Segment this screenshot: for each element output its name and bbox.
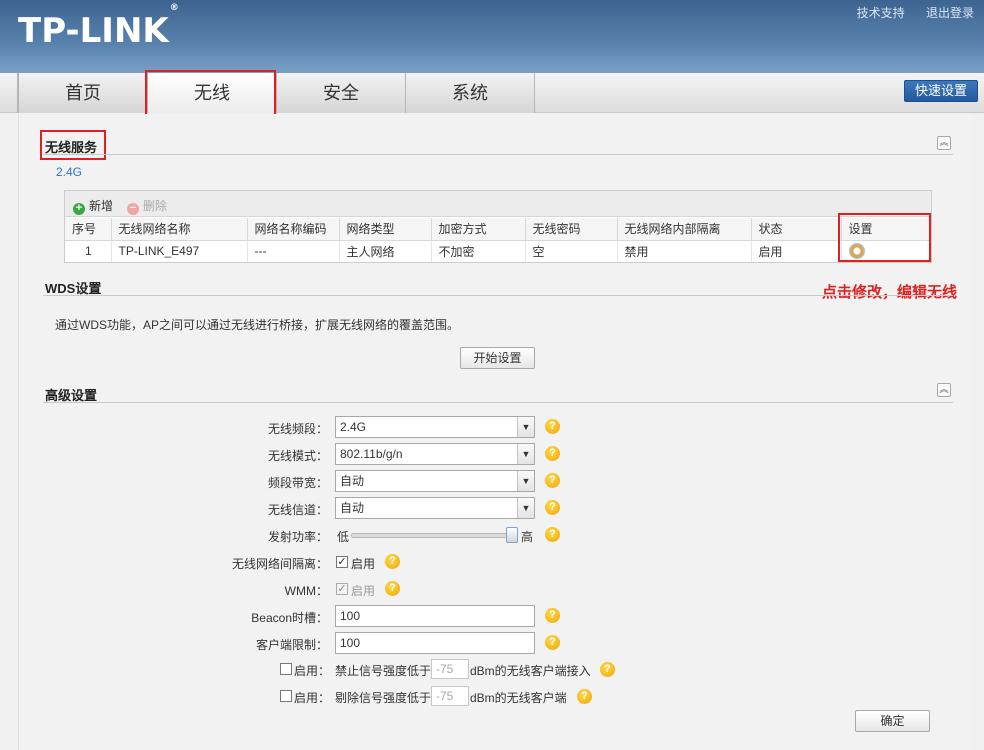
- band-label: 无线频段：: [267, 422, 328, 436]
- isolation-enable-text: 启用: [351, 557, 376, 571]
- table-toolbar: + 新增 − 删除: [65, 191, 931, 217]
- help-icon[interactable]: ?: [545, 500, 560, 515]
- client-limit-input[interactable]: 100: [335, 632, 535, 654]
- help-icon[interactable]: ?: [545, 419, 560, 434]
- col-status: 状态: [751, 218, 842, 241]
- tech-support-link[interactable]: 技术支持: [857, 6, 905, 20]
- logout-link[interactable]: 退出登录: [926, 6, 974, 20]
- wmm-label: WMM：: [284, 584, 328, 598]
- mode-label: 无线模式：: [267, 449, 328, 463]
- isolation-label: 无线网络间隔离：: [231, 557, 328, 571]
- kick-text-a: 剔除信号强度低于: [335, 691, 432, 705]
- kick-threshold-input[interactable]: -75: [431, 686, 469, 706]
- cell-isolation: 禁用: [617, 240, 752, 262]
- collapse-up-icon[interactable]: ︽: [937, 136, 951, 150]
- add-button[interactable]: + 新增: [73, 197, 113, 215]
- cell-password: 空: [525, 240, 618, 262]
- highlight-wireless-service: [40, 130, 106, 160]
- help-icon[interactable]: ?: [577, 689, 592, 704]
- band-select[interactable]: 2.4G ▼: [335, 416, 535, 438]
- reject-weak-checkbox[interactable]: [280, 663, 292, 675]
- col-isolation: 无线网络内部隔离: [617, 218, 752, 241]
- cell-network-type: 主人网络: [339, 240, 432, 262]
- col-ssid: 无线网络名称: [111, 218, 248, 241]
- kick-weak-checkbox[interactable]: [280, 690, 292, 702]
- reject-text-a: 禁止信号强度低于: [335, 664, 432, 678]
- cell-ssid: TP-LINK_E497: [111, 240, 248, 262]
- power-slider-thumb[interactable]: [506, 527, 518, 543]
- kick-text-b: dBm的无线客户端: [470, 691, 567, 705]
- client-limit-label: 客户端限制：: [255, 638, 328, 652]
- channel-select[interactable]: 自动 ▼: [335, 497, 535, 519]
- quick-setup-button[interactable]: 快速设置: [904, 80, 978, 102]
- annotation-text: 点击修改，编辑无线: [822, 283, 958, 301]
- cell-ssid-encoding: ---: [247, 240, 340, 262]
- highlight-settings-column: [838, 213, 931, 262]
- help-icon[interactable]: ?: [545, 473, 560, 488]
- help-icon[interactable]: ?: [600, 662, 615, 677]
- chevron-down-icon: ▼: [517, 444, 534, 464]
- col-encryption: 加密方式: [431, 218, 526, 241]
- col-network-type: 网络类型: [339, 218, 432, 241]
- chevron-down-icon: ▼: [517, 417, 534, 437]
- power-label: 发射功率：: [267, 530, 328, 544]
- help-icon[interactable]: ?: [385, 581, 400, 596]
- col-password: 无线密码: [525, 218, 618, 241]
- wireless-table: 序号 无线网络名称 网络名称编码 网络类型 加密方式 无线密码 无线网络内部隔离…: [65, 218, 931, 262]
- cell-index: 1: [65, 240, 112, 262]
- delete-button[interactable]: − 删除: [127, 197, 167, 215]
- tab-system[interactable]: 系统: [406, 73, 535, 113]
- col-index: 序号: [65, 218, 112, 241]
- table-row: 1 TP-LINK_E497 --- 主人网络 不加密 空 禁用 启用: [65, 240, 931, 262]
- top-links: 技术支持 退出登录: [839, 4, 974, 21]
- help-icon[interactable]: ?: [545, 446, 560, 461]
- isolation-checkbox[interactable]: ✓: [336, 556, 348, 568]
- chevron-down-icon: ▼: [517, 471, 534, 491]
- power-slider-track[interactable]: [351, 533, 518, 538]
- help-icon[interactable]: ?: [545, 608, 560, 623]
- tp-link-logo: TP-LINK®: [18, 2, 179, 51]
- cell-status: 启用: [751, 240, 842, 262]
- chevron-down-icon: ▼: [517, 498, 534, 518]
- col-ssid-encoding: 网络名称编码: [247, 218, 340, 241]
- wmm-checkbox[interactable]: ✓: [336, 583, 348, 595]
- delete-circle-icon: −: [127, 203, 139, 215]
- add-circle-icon: +: [73, 203, 85, 215]
- wds-start-button[interactable]: 开始设置: [460, 347, 535, 369]
- help-icon[interactable]: ?: [545, 527, 560, 542]
- kick-enable-label: 启用：: [294, 691, 331, 705]
- width-select[interactable]: 自动 ▼: [335, 470, 535, 492]
- width-label: 频段带宽：: [267, 476, 328, 490]
- cell-encryption: 不加密: [431, 240, 526, 262]
- tab-security[interactable]: 安全: [277, 73, 406, 113]
- table-header-row: 序号 无线网络名称 网络名称编码 网络类型 加密方式 无线密码 无线网络内部隔离…: [65, 218, 931, 241]
- confirm-button[interactable]: 确定: [855, 710, 930, 732]
- reject-threshold-input[interactable]: -75: [431, 659, 469, 679]
- wmm-enable-text: 启用: [351, 584, 376, 598]
- band-tab-2g[interactable]: 2.4G: [56, 165, 82, 179]
- header-bar: TP-LINK® 技术支持 退出登录: [0, 0, 984, 73]
- beacon-input[interactable]: 100: [335, 605, 535, 627]
- reject-text-b: dBm的无线客户端接入: [470, 664, 591, 678]
- collapse-up-icon[interactable]: ︽: [937, 383, 951, 397]
- power-low-label: 低: [337, 530, 350, 544]
- channel-label: 无线信道：: [267, 503, 328, 517]
- power-high-label: 高: [521, 530, 534, 544]
- reject-enable-label: 启用：: [294, 664, 331, 678]
- beacon-label: Beacon时槽：: [251, 611, 328, 625]
- mode-select[interactable]: 802.11b/g/n ▼: [335, 443, 535, 465]
- wireless-list-panel: + 新增 − 删除 序号 无线网络名称 网络名称编码 网络类型 加密方式 无线密码 …: [64, 190, 932, 263]
- highlight-wireless-tab: [145, 70, 276, 116]
- help-icon[interactable]: ?: [385, 554, 400, 569]
- help-icon[interactable]: ?: [545, 635, 560, 650]
- tab-home[interactable]: 首页: [19, 73, 148, 113]
- wds-description: 通过WDS功能，AP之间可以通过无线进行桥接，扩展无线网络的覆盖范围。: [55, 318, 460, 332]
